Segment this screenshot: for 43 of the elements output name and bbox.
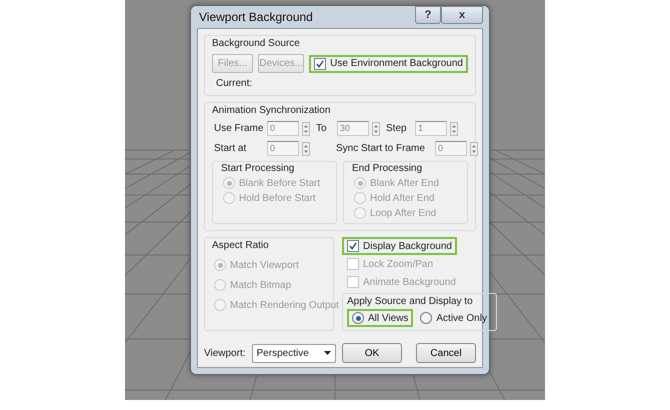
field-label: Start at (214, 143, 248, 154)
checkbox[interactable] (314, 58, 326, 70)
group-title: Apply Source and Display to (347, 296, 474, 307)
checkbox-label: Animate Background (363, 276, 456, 288)
radio-label: Active Only (436, 312, 487, 324)
ok-button[interactable]: OK (342, 343, 402, 363)
group-title: Start Processing (221, 163, 296, 174)
spinner-icon[interactable] (302, 142, 310, 156)
cancel-button[interactable]: Cancel (416, 343, 476, 363)
spinner-icon[interactable] (372, 122, 380, 136)
viewport-dropdown[interactable]: Perspective (252, 344, 336, 362)
current-label: Current: (215, 78, 254, 89)
close-button[interactable]: x (441, 6, 483, 24)
field-label: Step (386, 123, 408, 134)
field-label: Sync Start to Frame (336, 143, 426, 154)
radio-label: Loop After End (370, 208, 436, 218)
radio-button[interactable] (420, 312, 432, 324)
radio-label: All Views (368, 312, 408, 324)
dropdown-arrow-icon (324, 351, 331, 355)
radio-label: Match Bitmap (230, 280, 292, 290)
viewport-label: Viewport: (204, 348, 246, 358)
checkbox-label: Lock Zoom/Pan (363, 258, 434, 270)
spinner-icon[interactable] (470, 142, 478, 156)
radio-label: Blank Before Start (239, 178, 320, 188)
field-label: To (316, 123, 328, 134)
radio-label: Match Rendering Output (230, 300, 339, 310)
radio-label: Blank After End (370, 178, 439, 188)
group-title: Animation Synchronization (212, 105, 332, 116)
radio-label: Hold After End (370, 192, 434, 204)
checkbox-label: Use Environment Background (330, 58, 463, 69)
spinner-icon[interactable] (302, 122, 310, 136)
window-title: Viewport Background (198, 10, 313, 24)
group-title: End Processing (352, 163, 424, 174)
help-button[interactable]: ? (415, 6, 441, 24)
checkbox-label: Display Background (363, 240, 452, 252)
group-title: Aspect Ratio (212, 240, 270, 251)
field-label: Use Frame (214, 123, 264, 134)
spinner-icon[interactable] (450, 122, 458, 136)
radio-button[interactable] (352, 312, 364, 324)
radio-label: Match Viewport (230, 260, 299, 270)
group-title: Background Source (212, 38, 301, 49)
checkbox[interactable] (347, 240, 359, 252)
radio-label: Hold Before Start (239, 192, 316, 204)
